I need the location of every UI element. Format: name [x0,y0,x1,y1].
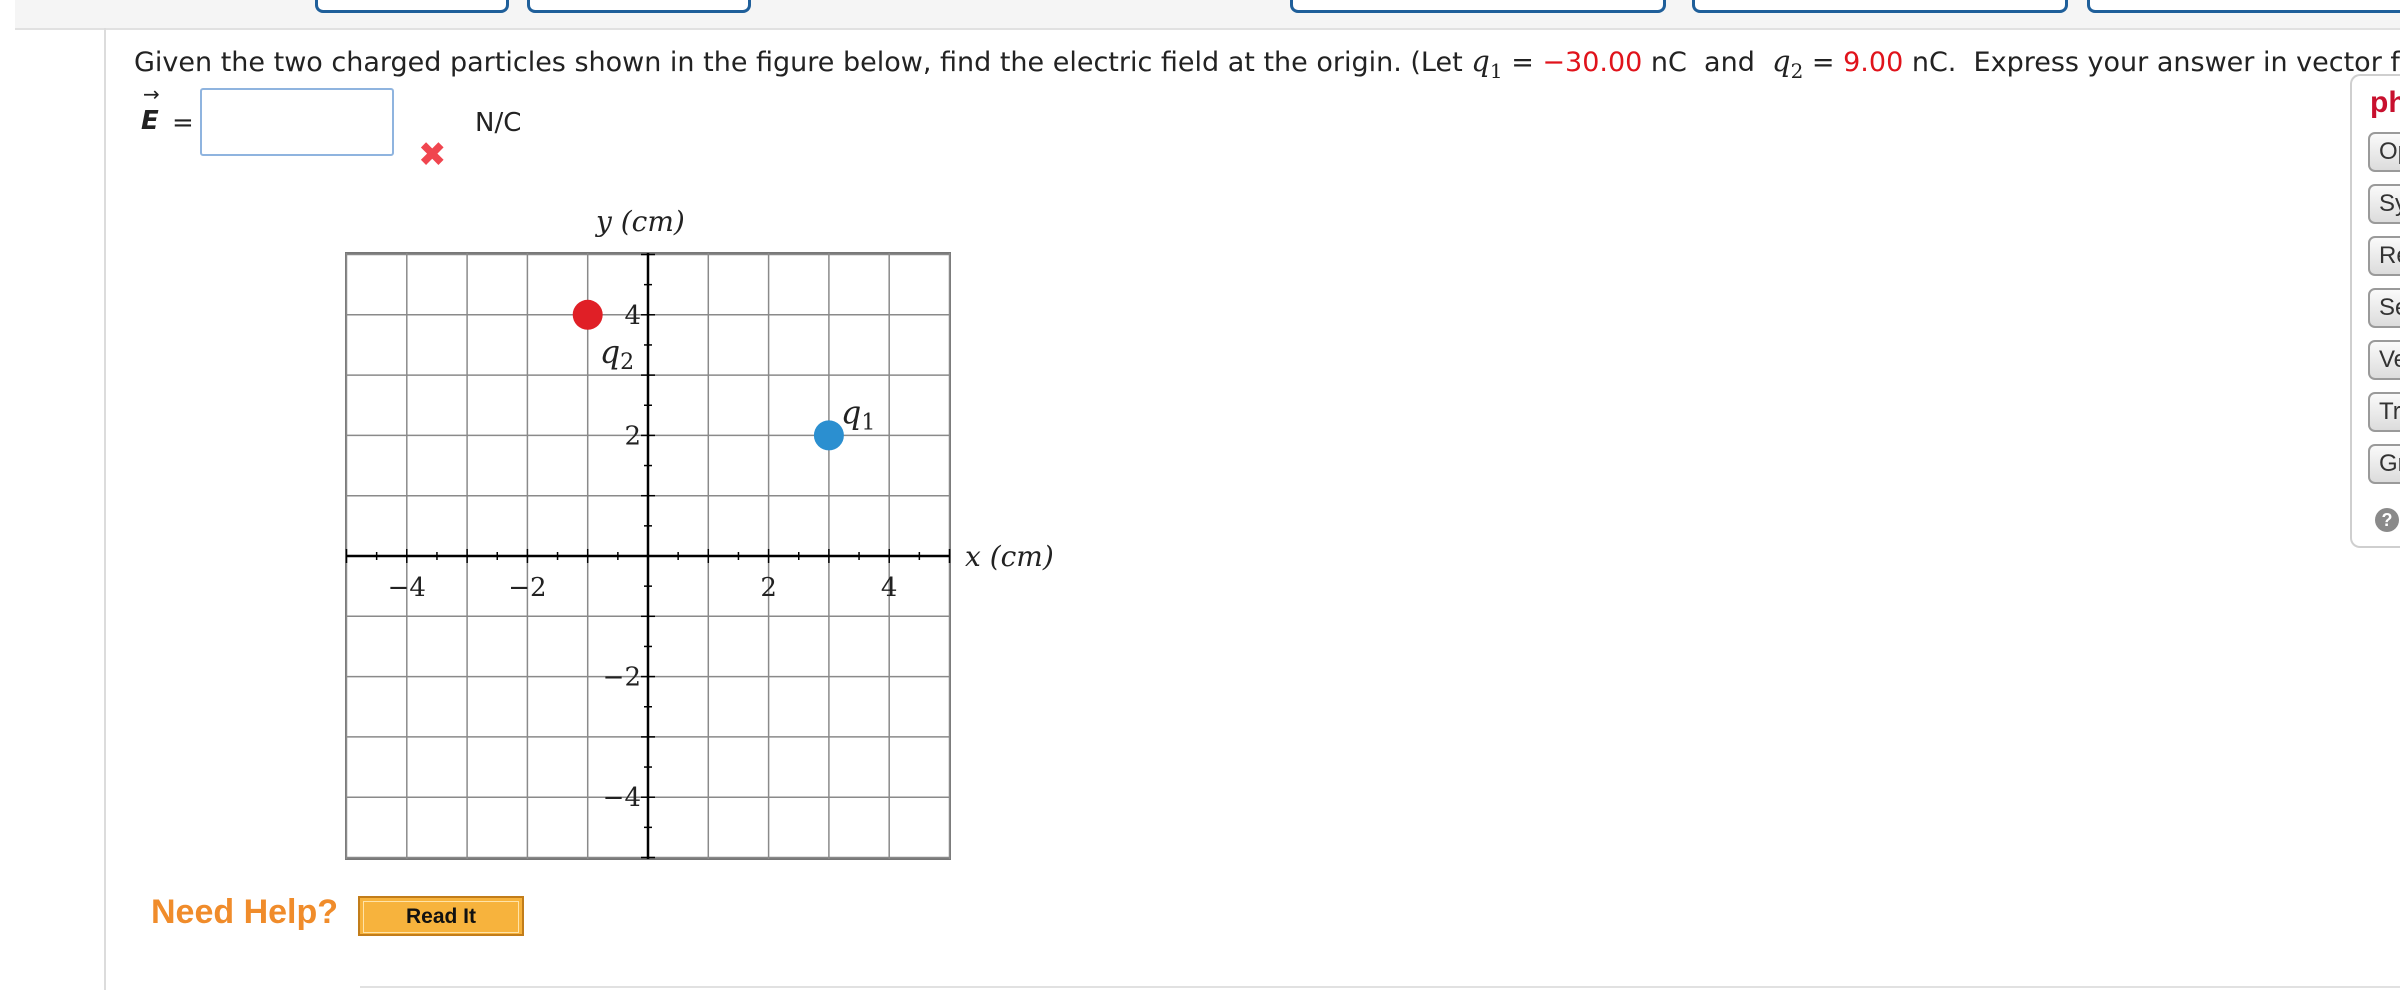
charge-q2-marker [572,299,603,330]
x-tick-label: 2 [760,573,777,603]
side-button-0[interactable]: Op [2368,132,2400,172]
need-help-label: Need Help? [151,893,339,931]
charge-graph: y (cm) x (cm) −4 −2 2 4 42−2−4 q1q2 [345,205,1054,860]
toolbar-button-5[interactable] [2087,0,2400,13]
x-axis-label: x (cm) [965,540,1054,573]
x-tick-label: −2 [508,573,546,603]
charge-q1-marker [813,420,844,451]
q1-value: −30.00 [1542,47,1643,78]
q1-symbol: q1 [1471,44,1503,83]
read-it-label: Read It [363,901,519,933]
side-button-6[interactable]: Gr [2368,444,2400,484]
toolbar-button-4[interactable] [1692,0,2068,13]
bottom-divider [360,986,2400,988]
toolbar-button-3[interactable] [1290,0,1666,13]
q2-equals: = [1803,47,1844,78]
y-tick-label: 2 [624,421,641,451]
side-button-4[interactable]: Ve [2368,340,2400,380]
side-panel-title: ph [2370,86,2400,119]
y-tick-label: 4 [624,301,641,331]
q2-value: 9.00 [1843,47,1904,78]
side-button-1[interactable]: Sy [2368,184,2400,224]
y-tick-label: −2 [603,663,641,693]
side-button-5[interactable]: Tr [2368,392,2400,432]
x-tick-label: 4 [881,573,898,603]
q1-equals: = [1502,47,1543,78]
q1-unit: nC and [1642,47,1764,78]
y-axis-label: y (cm) [594,205,685,238]
side-button-3[interactable]: Se [2368,288,2400,328]
y-tick-label: −4 [603,783,641,813]
x-tick-label: −4 [388,573,426,603]
side-button-2[interactable]: Re [2368,236,2400,276]
q2-symbol: q2 [1772,44,1804,83]
read-it-button[interactable]: Read It [358,896,524,936]
q2-unit: nC. Express your answer in vector form. [1911,47,2400,78]
help-circle-icon[interactable]: ? [2375,508,2399,532]
side-panel: ph Op Sy Re Se Ve Tr Gr ? [2350,74,2400,548]
